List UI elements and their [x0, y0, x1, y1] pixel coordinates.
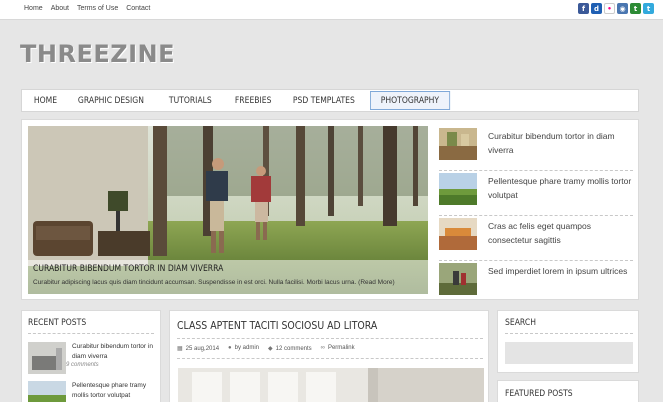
side-item-title[interactable]: Curabitur bibendum tortor in diam viverr…: [488, 129, 633, 157]
post-title[interactable]: CLASS APTENT TACITI SOCIOSU AD LITORA: [177, 319, 377, 332]
recent-post-title[interactable]: Curabitur bibendum tortor in diam viverr…: [72, 342, 158, 362]
slider-title[interactable]: CURABITUR BIBENDUM TORTOR IN DIAM VIVERR…: [33, 264, 223, 274]
side-item-title[interactable]: Sed imperdiet lorem in ipsum ultrices: [488, 264, 627, 278]
recent-posts-heading: RECENT POSTS: [28, 318, 87, 328]
list-item[interactable]: Curabitur bibendum tortor in diam viverr…: [28, 342, 158, 374]
featured-slider[interactable]: CURABITUR BIBENDUM TORTOR IN DIAM VIVERR…: [28, 126, 428, 294]
rss-icon[interactable]: ◉: [617, 3, 628, 14]
slider-caption: CURABITUR BIBENDUM TORTOR IN DIAM VIVERR…: [28, 260, 428, 294]
delicious-icon[interactable]: d: [591, 3, 602, 14]
slider-excerpt: Curabitur adipiscing lacus quis diam tin…: [33, 279, 395, 286]
nav-item-photography[interactable]: PHOTOGRAPHY: [370, 91, 451, 110]
site-logo[interactable]: THREEZINE: [20, 40, 175, 68]
top-nav-terms-link[interactable]: Terms of Use: [77, 5, 118, 12]
featured-posts-widget: FEATURED POSTS: [497, 380, 639, 402]
nav-item-psd-templates[interactable]: PSD TEMPLATES: [283, 90, 365, 111]
post-permalink-text[interactable]: Permalink: [328, 345, 355, 351]
featured-side-list: Curabitur bibendum tortor in diam viverr…: [439, 126, 633, 306]
slider-excerpt-text: Curabitur adipiscing lacus quis diam tin…: [33, 279, 357, 286]
side-item-title[interactable]: Pellentesque phare tramy mollis tortor v…: [488, 174, 633, 202]
recent-posts-widget: RECENT POSTS Curabitur bibendum tortor i…: [21, 310, 161, 402]
facebook-icon[interactable]: f: [578, 3, 589, 14]
nav-item-graphic-design[interactable]: GRAPHIC DESIGN: [68, 90, 154, 111]
list-item[interactable]: Pellentesque phare tramy mollis tortor v…: [439, 171, 633, 216]
search-widget: SEARCH: [497, 310, 639, 373]
divider: [505, 333, 633, 334]
post-thumbnail[interactable]: [439, 218, 477, 250]
list-item[interactable]: Pellentesque phare tramy mollis tortor v…: [28, 381, 158, 402]
post-author: ● by admin: [228, 345, 259, 352]
post-comments-text[interactable]: 12 comments: [276, 346, 312, 352]
nav-item-home[interactable]: HOME: [24, 90, 67, 111]
recent-post-comments: 9 comments: [66, 362, 99, 368]
featured-area: CURABITUR BIBENDUM TORTOR IN DIAM VIVERR…: [21, 119, 639, 300]
post-thumbnail[interactable]: [439, 128, 477, 160]
user-icon: ●: [228, 345, 232, 351]
recent-post-title[interactable]: Pellentesque phare tramy mollis tortor v…: [72, 381, 158, 401]
social-icons: f d • ◉ t t: [578, 3, 654, 14]
divider: [177, 338, 483, 339]
post-meta: ▦ 25 aug,2014 ● by admin ◆ 12 comments ∞ Per…: [177, 345, 355, 352]
post-date-text: 25 aug,2014: [185, 346, 220, 352]
post-date: ▦ 25 aug,2014: [177, 345, 219, 352]
calendar-icon: ▦: [177, 346, 183, 352]
link-icon: ∞: [320, 345, 325, 351]
divider: [177, 358, 483, 359]
featured-posts-heading: FEATURED POSTS: [505, 389, 573, 399]
list-item[interactable]: Curabitur bibendum tortor in diam viverr…: [439, 126, 633, 171]
post-thumbnail[interactable]: [28, 381, 66, 402]
search-input[interactable]: [505, 342, 633, 364]
post-card: CLASS APTENT TACITI SOCIOSU AD LITORA ▦ 2…: [169, 310, 489, 402]
main-nav: HOME GRAPHIC DESIGN TUTORIALS FREEBIES P…: [21, 89, 639, 112]
nav-item-tutorials[interactable]: TUTORIALS: [159, 90, 222, 111]
post-thumbnail[interactable]: [439, 173, 477, 205]
comment-icon: ◆: [268, 346, 273, 352]
list-item[interactable]: Cras ac felis eget quampos consectetur s…: [439, 216, 633, 261]
twitter-icon[interactable]: t: [643, 3, 654, 14]
top-nav-about-link[interactable]: About: [51, 5, 69, 12]
post-thumbnail[interactable]: [439, 263, 477, 295]
nav-item-freebies[interactable]: FREEBIES: [225, 90, 281, 111]
top-nav-home-link[interactable]: Home: [24, 5, 43, 12]
top-nav-contact-link[interactable]: Contact: [126, 5, 150, 12]
post-permalink: ∞ Permalink: [321, 345, 355, 352]
read-more-link[interactable]: (Read More): [358, 279, 394, 286]
search-heading: SEARCH: [505, 318, 536, 328]
top-bar: Home About Terms of Use Contact f d • ◉ …: [0, 0, 663, 20]
post-author-text[interactable]: by admin: [235, 345, 259, 351]
divider: [28, 333, 154, 334]
post-comments: ◆ 12 comments: [268, 345, 312, 352]
list-item[interactable]: Sed imperdiet lorem in ipsum ultrices: [439, 261, 633, 306]
top-nav: Home About Terms of Use Contact: [24, 5, 150, 12]
flickr-icon[interactable]: •: [604, 3, 615, 14]
technorati-icon[interactable]: t: [630, 3, 641, 14]
post-image[interactable]: [178, 368, 484, 402]
post-thumbnail[interactable]: [28, 342, 66, 374]
side-item-title[interactable]: Cras ac felis eget quampos consectetur s…: [488, 219, 633, 247]
